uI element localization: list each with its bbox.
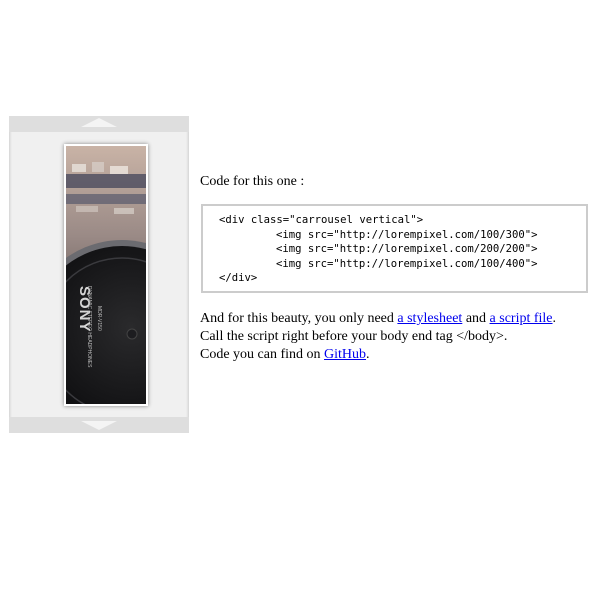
model-label: MDR-V150 [96,306,102,331]
product-caption: DYNAMIC STEREO HEADPHONES [86,286,92,368]
code-line: </div> [219,272,258,285]
script-file-link[interactable]: a script file [490,311,553,326]
instruction-text: Code you can find on [200,347,325,362]
chevron-up-icon [81,118,117,127]
code-line: <div class="carrousel vertical"> [219,214,424,226]
stylesheet-link[interactable]: a stylesheet [397,311,462,326]
instructions: And for this beauty, you only need a sty… [200,310,556,364]
instruction-line: Code you can find on GitHub. [200,346,556,364]
code-line: <img src="http://lorempixel.com/200/200"… [276,243,538,256]
intro-text: Code for this one : [200,174,305,189]
code-line: <img src="http://lorempixel.com/100/300"… [276,228,538,241]
instruction-text: and [462,311,490,326]
instruction-text: . [366,347,370,362]
chevron-down-icon [81,421,117,430]
carousel-slide: SONY DYNAMIC STEREO HEADPHONES MDR-V150 [64,144,148,406]
instruction-text: And for this beauty, you only need [200,311,398,326]
instruction-line: Call the script right before your body e… [200,329,508,344]
headphones-photo: SONY DYNAMIC STEREO HEADPHONES MDR-V150 [66,146,146,404]
carousel-next-button[interactable] [9,417,189,433]
code-block: <div class="carrousel vertical"> <img src… [201,204,588,293]
vertical-carousel: SONY DYNAMIC STEREO HEADPHONES MDR-V150 [9,116,189,433]
instruction-line: And for this beauty, you only need a sty… [200,310,556,328]
instruction-text: . [552,311,557,326]
carousel-prev-button[interactable] [9,116,189,132]
github-link[interactable]: GitHub [324,347,366,362]
code-line: <img src="http://lorempixel.com/100/400"… [276,257,538,270]
